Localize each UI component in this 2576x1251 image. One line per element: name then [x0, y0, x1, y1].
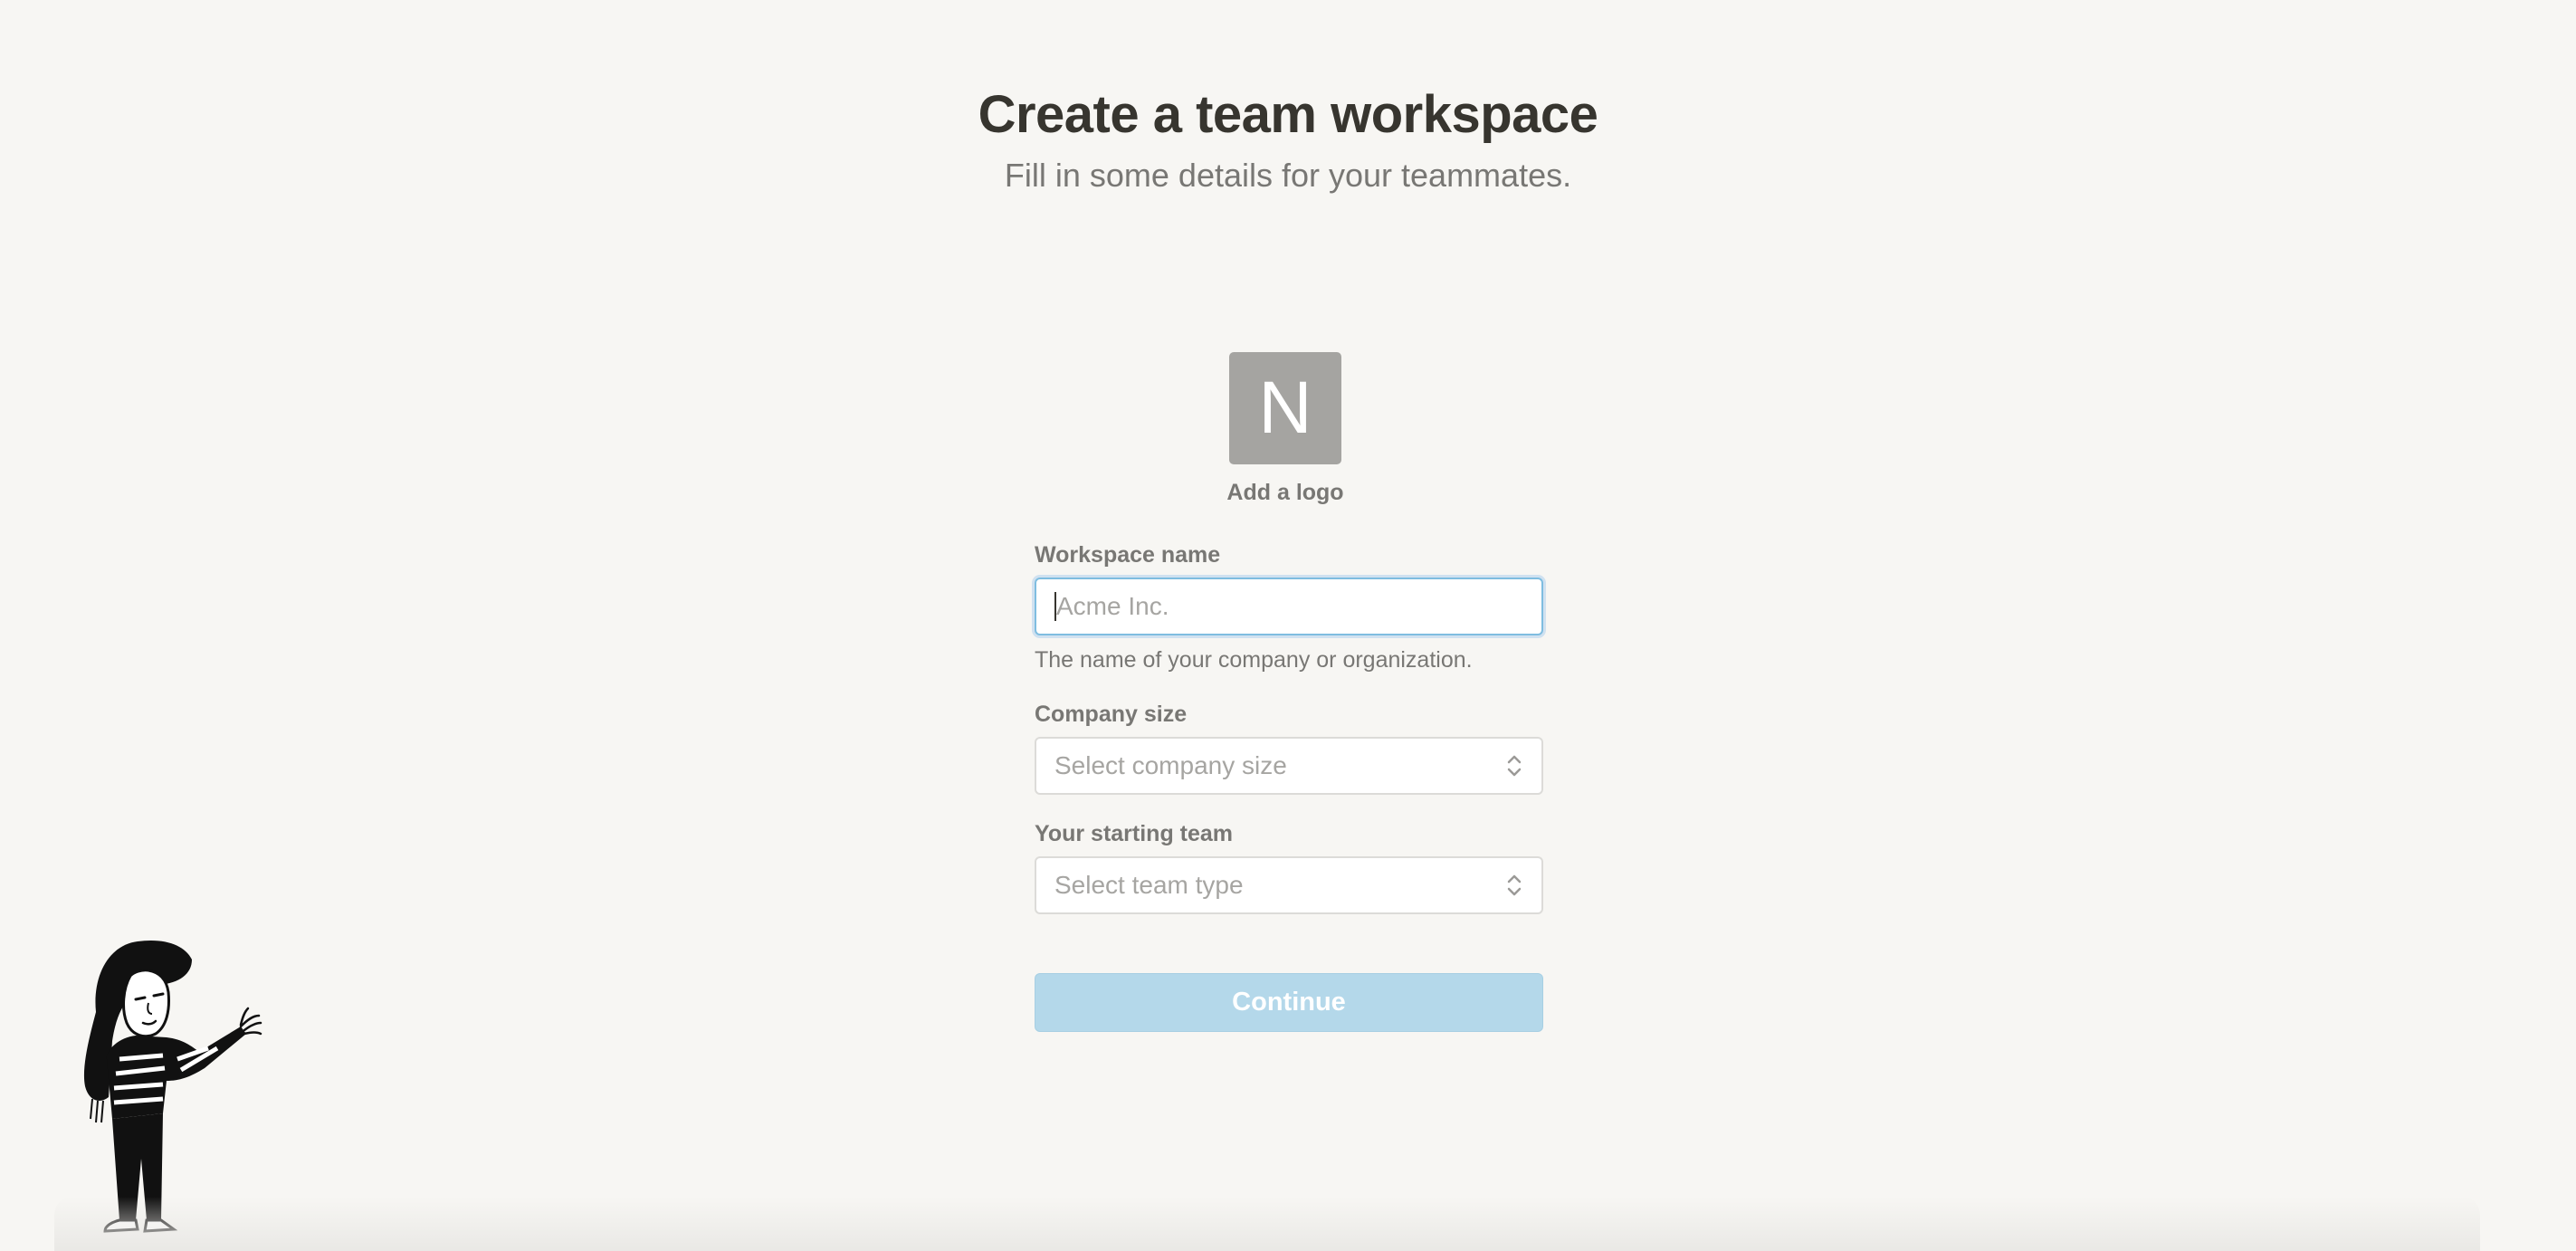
workspace-logo-placeholder[interactable]: N	[1229, 352, 1341, 464]
company-size-select[interactable]: Select company size	[1035, 737, 1543, 795]
workspace-name-help: The name of your company or organization…	[1035, 647, 1473, 673]
company-size-placeholder: Select company size	[1054, 751, 1287, 779]
page-header: Create a team workspace Fill in some det…	[0, 80, 2576, 197]
starting-team-placeholder: Select team type	[1054, 871, 1244, 899]
company-size-label: Company size	[1035, 702, 1188, 727]
bottom-shadow	[54, 1197, 2480, 1251]
workspace-name-label: Workspace name	[1035, 542, 1221, 568]
starting-team-select[interactable]: Select team type	[1035, 856, 1543, 914]
create-workspace-page: Create a team workspace Fill in some det…	[0, 0, 2576, 1251]
logo-uploader[interactable]: N Add a logo	[1226, 352, 1344, 505]
workspace-name-field[interactable]	[1035, 578, 1543, 635]
workspace-form: Workspace name The name of your company …	[1035, 540, 1543, 914]
chevron-up-down-icon	[1507, 874, 1522, 896]
starting-team-label: Your starting team	[1035, 821, 1234, 846]
add-logo-link[interactable]: Add a logo	[1157, 480, 1414, 506]
continue-button[interactable]: Continue	[1035, 973, 1543, 1032]
workspace-name-input[interactable]	[1054, 591, 1523, 622]
page-title: Create a team workspace	[978, 85, 1598, 144]
chevron-up-down-icon	[1507, 755, 1522, 777]
page-subtitle: Fill in some details for your teammates.	[1004, 157, 1572, 194]
